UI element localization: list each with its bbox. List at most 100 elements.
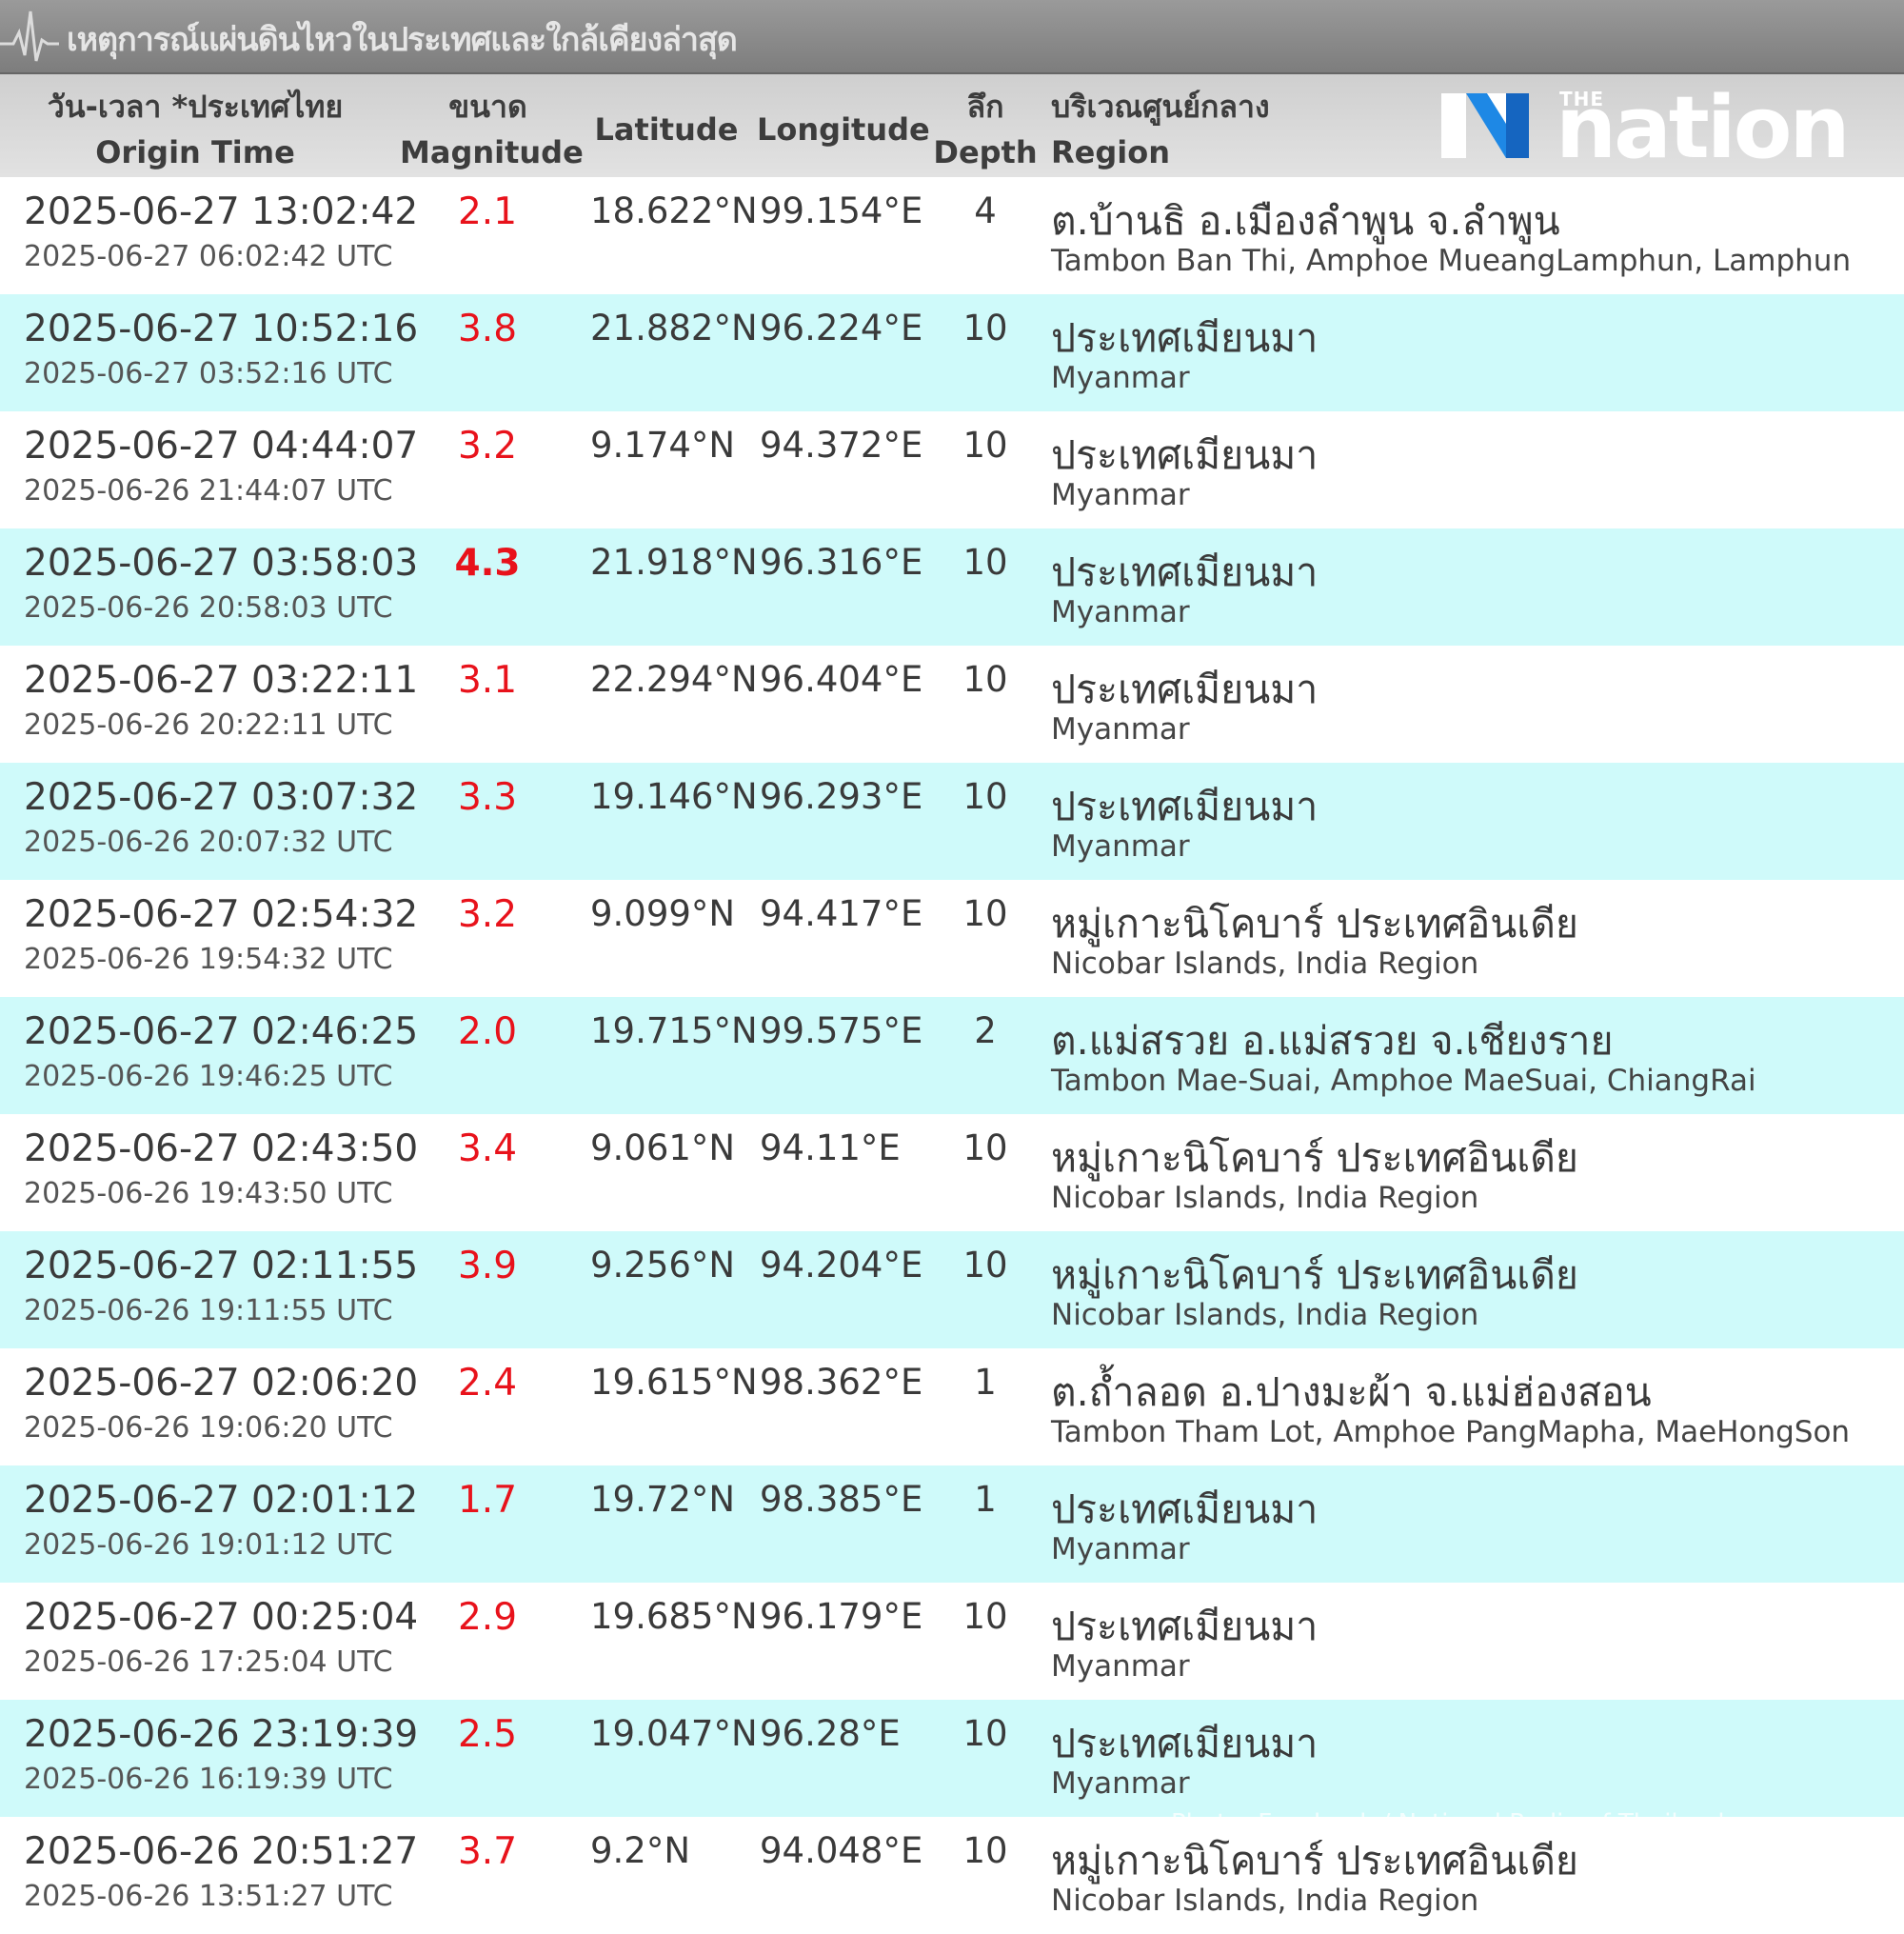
region-english-cell: Myanmar — [1051, 829, 1190, 864]
local-time-cell: 2025-06-26 20:51:27 — [24, 1830, 419, 1873]
longitude-cell: 94.204°E — [760, 1245, 923, 1286]
utc-time-cell: 2025-06-26 16:19:39 UTC — [24, 1763, 393, 1796]
local-time-cell: 2025-06-27 10:52:16 — [24, 308, 419, 350]
column-header-longitude[interactable]: Longitude — [757, 107, 930, 152]
longitude-cell: 96.404°E — [760, 659, 923, 700]
local-time-cell: 2025-06-27 02:54:32 — [24, 893, 419, 936]
magnitude-cell: 1.7 — [457, 1479, 518, 1522]
magnitude-cell: 4.3 — [454, 542, 521, 585]
table-row[interactable]: 2025-06-27 02:43:50 2025-06-26 19:43:50 U… — [0, 1114, 1904, 1231]
region-english-cell: Nicobar Islands, India Region — [1051, 1884, 1479, 1918]
latitude-cell: 19.047°N — [590, 1713, 758, 1754]
local-time-cell: 2025-06-27 02:43:50 — [24, 1127, 419, 1170]
column-header-magnitude[interactable]: ขนาด Magnitude — [400, 84, 584, 175]
region-english-cell: Myanmar — [1051, 1649, 1190, 1684]
region-english-cell: Myanmar — [1051, 478, 1190, 512]
table-row[interactable]: 2025-06-27 03:22:11 2025-06-26 20:22:11 U… — [0, 646, 1904, 763]
local-time-cell: 2025-06-27 02:46:25 — [24, 1010, 419, 1053]
magnitude-cell: 3.2 — [457, 425, 518, 468]
region-english-cell: Tambon Tham Lot, Amphoe PangMapha, MaeHo… — [1051, 1415, 1851, 1449]
longitude-cell: 96.293°E — [760, 776, 923, 817]
longitude-cell: 98.385°E — [760, 1479, 923, 1520]
longitude-cell: 98.362°E — [760, 1362, 923, 1403]
magnitude-cell: 3.9 — [457, 1245, 518, 1287]
local-time-cell: 2025-06-27 04:44:07 — [24, 425, 419, 468]
local-time-cell: 2025-06-26 23:19:39 — [24, 1713, 419, 1756]
page-title: เหตุการณ์แผ่นดินไหวในประเทศและใกล้เคียงล… — [67, 21, 738, 59]
region-english-cell: Myanmar — [1051, 361, 1190, 395]
column-header-region[interactable]: บริเวณศูนย์กลาง Region — [1051, 84, 1337, 175]
table-row[interactable]: 2025-06-27 10:52:16 2025-06-27 03:52:16 U… — [0, 294, 1904, 411]
local-time-cell: 2025-06-27 02:01:12 — [24, 1479, 419, 1522]
earthquake-table: 2025-06-27 13:02:42 2025-06-27 06:02:42 U… — [0, 177, 1904, 1934]
table-row[interactable]: 2025-06-27 03:58:03 2025-06-26 20:58:03 U… — [0, 528, 1904, 646]
depth-cell: 10 — [962, 425, 1008, 466]
utc-time-cell: 2025-06-27 03:52:16 UTC — [24, 357, 393, 390]
column-header-latitude[interactable]: Latitude — [590, 107, 743, 152]
logo-wordmark: nation — [1556, 78, 1851, 178]
table-row[interactable]: 2025-06-27 02:06:20 2025-06-26 19:06:20 U… — [0, 1348, 1904, 1465]
latitude-cell: 9.2°N — [590, 1830, 691, 1871]
table-row[interactable]: 2025-06-27 02:11:55 2025-06-26 19:11:55 U… — [0, 1231, 1904, 1348]
longitude-cell: 96.316°E — [760, 542, 923, 583]
table-row[interactable]: 2025-06-27 03:07:32 2025-06-26 20:07:32 U… — [0, 763, 1904, 880]
utc-time-cell: 2025-06-27 06:02:42 UTC — [24, 240, 393, 273]
longitude-cell: 96.179°E — [760, 1596, 923, 1637]
longitude-cell: 99.154°E — [760, 190, 923, 231]
depth-cell: 10 — [962, 659, 1008, 700]
longitude-cell: 96.28°E — [760, 1713, 901, 1754]
nation-logo: THE nation — [1438, 78, 1851, 178]
nation-n-icon — [1441, 93, 1529, 158]
local-time-cell: 2025-06-27 00:25:04 — [24, 1596, 419, 1639]
longitude-cell: 94.417°E — [760, 893, 923, 934]
latitude-cell: 21.882°N — [590, 308, 758, 349]
region-english-cell: Myanmar — [1051, 712, 1190, 747]
magnitude-cell: 2.9 — [457, 1596, 518, 1639]
table-row[interactable]: 2025-06-27 04:44:07 2025-06-26 21:44:07 U… — [0, 411, 1904, 528]
depth-cell: 10 — [962, 542, 1008, 583]
column-header-origin-time[interactable]: วัน-เวลา *ประเทศไทย Origin Time — [19, 84, 371, 175]
depth-cell: 10 — [962, 1596, 1008, 1637]
magnitude-cell: 2.5 — [457, 1713, 518, 1756]
local-time-cell: 2025-06-27 02:11:55 — [24, 1245, 419, 1287]
utc-time-cell: 2025-06-26 20:22:11 UTC — [24, 708, 393, 742]
column-header-depth[interactable]: ลึก Depth — [933, 84, 1038, 175]
latitude-cell: 19.146°N — [590, 776, 758, 817]
region-english-cell: Nicobar Islands, India Region — [1051, 947, 1479, 981]
table-row[interactable]: 2025-06-27 02:46:25 2025-06-26 19:46:25 U… — [0, 997, 1904, 1114]
utc-time-cell: 2025-06-26 19:43:50 UTC — [24, 1177, 393, 1210]
latitude-cell: 22.294°N — [590, 659, 758, 700]
title-bar: เหตุการณ์แผ่นดินไหวในประเทศและใกล้เคียงล… — [0, 0, 1904, 74]
longitude-cell: 94.048°E — [760, 1830, 923, 1871]
depth-cell: 1 — [974, 1479, 997, 1520]
depth-cell: 10 — [962, 776, 1008, 817]
region-english-cell: Myanmar — [1051, 1532, 1190, 1566]
local-time-cell: 2025-06-27 02:06:20 — [24, 1362, 419, 1405]
local-time-cell: 2025-06-27 03:58:03 — [24, 542, 419, 585]
longitude-cell: 94.11°E — [760, 1127, 901, 1168]
table-row[interactable]: 2025-06-27 02:01:12 2025-06-26 19:01:12 U… — [0, 1465, 1904, 1583]
longitude-cell: 94.372°E — [760, 425, 923, 466]
utc-time-cell: 2025-06-26 19:46:25 UTC — [24, 1060, 393, 1093]
depth-cell: 10 — [962, 893, 1008, 934]
latitude-cell: 9.099°N — [590, 893, 736, 934]
table-row[interactable]: 2025-06-27 13:02:42 2025-06-27 06:02:42 U… — [0, 177, 1904, 294]
utc-time-cell: 2025-06-26 19:54:32 UTC — [24, 943, 393, 976]
seismograph-icon — [0, 10, 59, 62]
region-english-cell: Myanmar — [1051, 595, 1190, 629]
utc-time-cell: 2025-06-26 20:58:03 UTC — [24, 591, 393, 625]
magnitude-cell: 3.2 — [457, 893, 518, 936]
region-english-cell: Tambon Mae-Suai, Amphoe MaeSuai, ChiangR… — [1051, 1064, 1756, 1098]
table-row[interactable]: 2025-06-26 23:19:39 2025-06-26 16:19:39 U… — [0, 1700, 1904, 1817]
table-row[interactable]: 2025-06-27 00:25:04 2025-06-26 17:25:04 U… — [0, 1583, 1904, 1700]
latitude-cell: 21.918°N — [590, 542, 758, 583]
magnitude-cell: 2.4 — [457, 1362, 518, 1405]
latitude-cell: 19.72°N — [590, 1479, 736, 1520]
longitude-cell: 96.224°E — [760, 308, 923, 349]
magnitude-cell: 3.7 — [457, 1830, 518, 1873]
depth-cell: 10 — [962, 1127, 1008, 1168]
magnitude-cell: 3.1 — [457, 659, 518, 702]
depth-cell: 10 — [962, 1830, 1008, 1871]
region-english-cell: Nicobar Islands, India Region — [1051, 1298, 1479, 1332]
table-row[interactable]: 2025-06-27 02:54:32 2025-06-26 19:54:32 U… — [0, 880, 1904, 997]
